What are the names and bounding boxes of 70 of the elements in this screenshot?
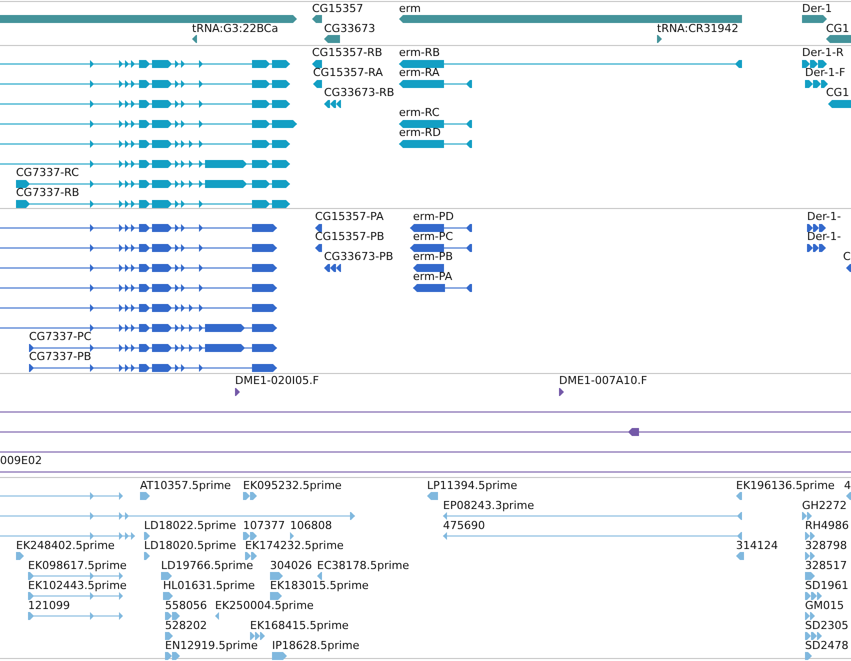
feature-label: RH4986 [805, 519, 849, 533]
feature-label: DME1-020I05.F [235, 374, 319, 388]
feature-label: C [843, 250, 851, 264]
feature-label: erm-RB [399, 46, 440, 60]
feature-label: tRNA:CR31942 [657, 22, 739, 36]
feature-label: CG15357-RB [312, 46, 382, 60]
feature-label: EK183015.5prime [270, 579, 369, 593]
feature-label: GH2272 [802, 499, 847, 513]
feature-label: erm-PC [413, 230, 454, 244]
feature-label: SD2305 [805, 619, 848, 633]
feature-label: CG7337-RC [16, 166, 79, 180]
feature-label: 304026 [270, 559, 312, 573]
feature-label: 475690 [443, 519, 485, 533]
feature-label: EK248402.5prime [16, 539, 115, 553]
feature-label: LD18022.5prime [144, 519, 236, 533]
feature-label: tRNA:G3:22BCa [192, 22, 278, 36]
feature-label: EC38178.5prime [317, 559, 410, 573]
feature-label: 121099 [28, 599, 70, 613]
feature-label: CG15357-PA [315, 210, 384, 224]
feature-label: CG1 [826, 86, 850, 100]
feature-label: erm-RD [399, 126, 441, 140]
feature-label: CG33673-RB [324, 86, 394, 100]
feature-label: SD2478 [805, 639, 848, 653]
feature-label: Der-1 [802, 2, 832, 16]
feature-label: EN12919.5prime [165, 639, 258, 653]
feature-label: Der-1- [807, 230, 841, 244]
feature-label: LP11394.5prime [427, 479, 518, 493]
feature-label: EK250004.5prime [215, 599, 314, 613]
feature-label: EK168415.5prime [250, 619, 349, 633]
feature-label: CG15357-PB [315, 230, 384, 244]
feature-label: Der-1- [807, 210, 841, 224]
feature-label: GM015 [805, 599, 844, 613]
feature-label: EK098617.5prime [28, 559, 127, 573]
feature-label: CG7337-RB [16, 186, 80, 200]
feature-label: EK174232.5prime [245, 539, 344, 553]
feature-label: 4 [844, 479, 851, 493]
feature-label: CG15357 [312, 2, 364, 16]
feature-label: EP08243.3prime [443, 499, 534, 513]
feature-label: erm-PB [413, 250, 453, 264]
feature-label: 328798 [805, 539, 847, 553]
feature-label: EK095232.5prime [243, 479, 342, 493]
feature-label: erm-PA [413, 270, 452, 284]
feature-label: 107377 [243, 519, 285, 533]
feature-label: CG15357-RA [313, 66, 383, 80]
feature-label: HL01631.5prime [163, 579, 255, 593]
feature-label: 314124 [736, 539, 778, 553]
feature-label: CG7337-PB [29, 350, 92, 364]
feature-label: CG7337-PC [29, 330, 92, 344]
feature-label: LD18020.5prime [144, 539, 236, 553]
feature-label: 528202 [165, 619, 207, 633]
feature-label: CG1 [826, 22, 850, 36]
feature-label: erm-RC [399, 106, 440, 120]
feature-label: CG33673 [324, 22, 376, 36]
feature-label: Der-1-R [802, 46, 844, 60]
feature-label: IP18628.5prime [272, 639, 360, 653]
feature-label: AT10357.5prime [140, 479, 231, 493]
feature-label: erm-PD [413, 210, 454, 224]
feature-label: 328517 [805, 559, 847, 573]
feature-label: 558056 [165, 599, 207, 613]
feature-label: EK102443.5prime [28, 579, 127, 593]
feature-label: LD19766.5prime [161, 559, 254, 573]
feature-label: erm [399, 2, 421, 16]
feature-label: erm-RA [399, 66, 440, 80]
feature-label: EK196136.5prime [736, 479, 835, 493]
feature-label: 106808 [290, 519, 332, 533]
feature-label: SD1961 [805, 579, 848, 593]
feature-label: CG33673-PB [324, 250, 394, 264]
feature-label: 009E02 [0, 454, 42, 468]
feature-label: Der-1-F [805, 66, 846, 80]
feature-label: DME1-007A10.F [559, 374, 648, 388]
